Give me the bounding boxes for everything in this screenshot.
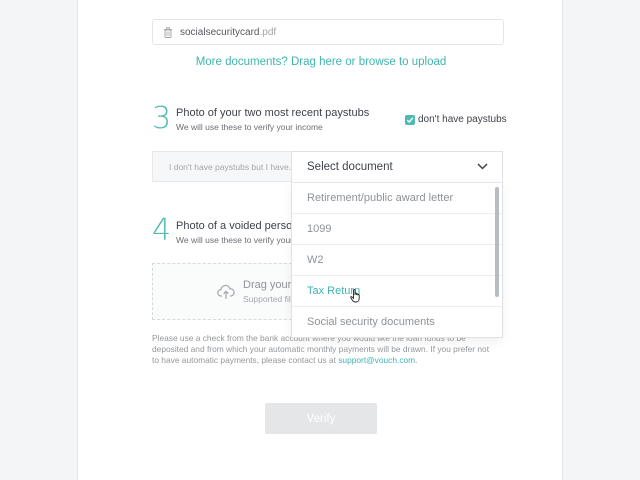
note-line-3-text: to have automatic payments, please conta…	[152, 355, 336, 365]
note-line-3-end: .	[415, 355, 418, 365]
hand-pointer-icon	[350, 289, 362, 303]
chevron-down-icon	[477, 161, 488, 173]
document-select[interactable]: Select document	[291, 151, 503, 182]
file-extension: .pdf	[259, 26, 277, 38]
dropzone-subtitle: Supported fil	[243, 294, 291, 304]
cloud-upload-icon	[217, 284, 235, 300]
trash-icon[interactable]	[163, 26, 173, 38]
dropdown-option[interactable]: W2	[292, 245, 502, 276]
note-line-2: deposited and from which your automatic …	[152, 344, 490, 354]
dropzone-title: Drag your	[243, 279, 292, 291]
dropdown-scrollbar[interactable]	[495, 187, 499, 297]
support-email-link[interactable]: support@vouch.com	[338, 355, 415, 365]
note-line-3: to have automatic payments, please conta…	[152, 355, 504, 366]
upload-more-link[interactable]: More documents? Drag here or browse to u…	[152, 56, 490, 68]
uploaded-file-chip: socialsecuritycard .pdf	[152, 19, 504, 45]
checkbox-checked-icon[interactable]	[405, 114, 415, 125]
step-4-title: Photo of a voided person	[176, 220, 291, 232]
no-paystubs-label: don't have paystubs	[418, 114, 507, 125]
step-4-number: 4	[152, 213, 172, 248]
step-3-subtitle: We will use these to verify your income	[176, 122, 323, 132]
check-upload-dropzone[interactable]: Drag your Supported fil	[152, 263, 292, 320]
no-paystubs-reason: I don't have paystubs but I have...	[152, 151, 292, 182]
step-3-title: Photo of your two most recent paystubs	[176, 107, 370, 119]
no-paystubs-checkbox[interactable]: don't have paystubs	[405, 114, 507, 125]
document-dropdown-menu: Retirement/public award letter 1099 W2 T…	[291, 182, 503, 338]
dropdown-option[interactable]: Social security documents	[292, 307, 502, 337]
verify-button[interactable]: Verify	[265, 403, 377, 434]
dropdown-option[interactable]: 1099	[292, 214, 502, 245]
dropdown-option-hovered[interactable]: Tax Return	[292, 276, 502, 307]
dropdown-option[interactable]: Retirement/public award letter	[292, 183, 502, 214]
file-name: socialsecuritycard	[180, 26, 260, 38]
step-4-subtitle: We will use these to verify your	[176, 235, 291, 245]
document-select-value: Select document	[307, 161, 393, 173]
step-3-number: 3	[152, 101, 172, 136]
